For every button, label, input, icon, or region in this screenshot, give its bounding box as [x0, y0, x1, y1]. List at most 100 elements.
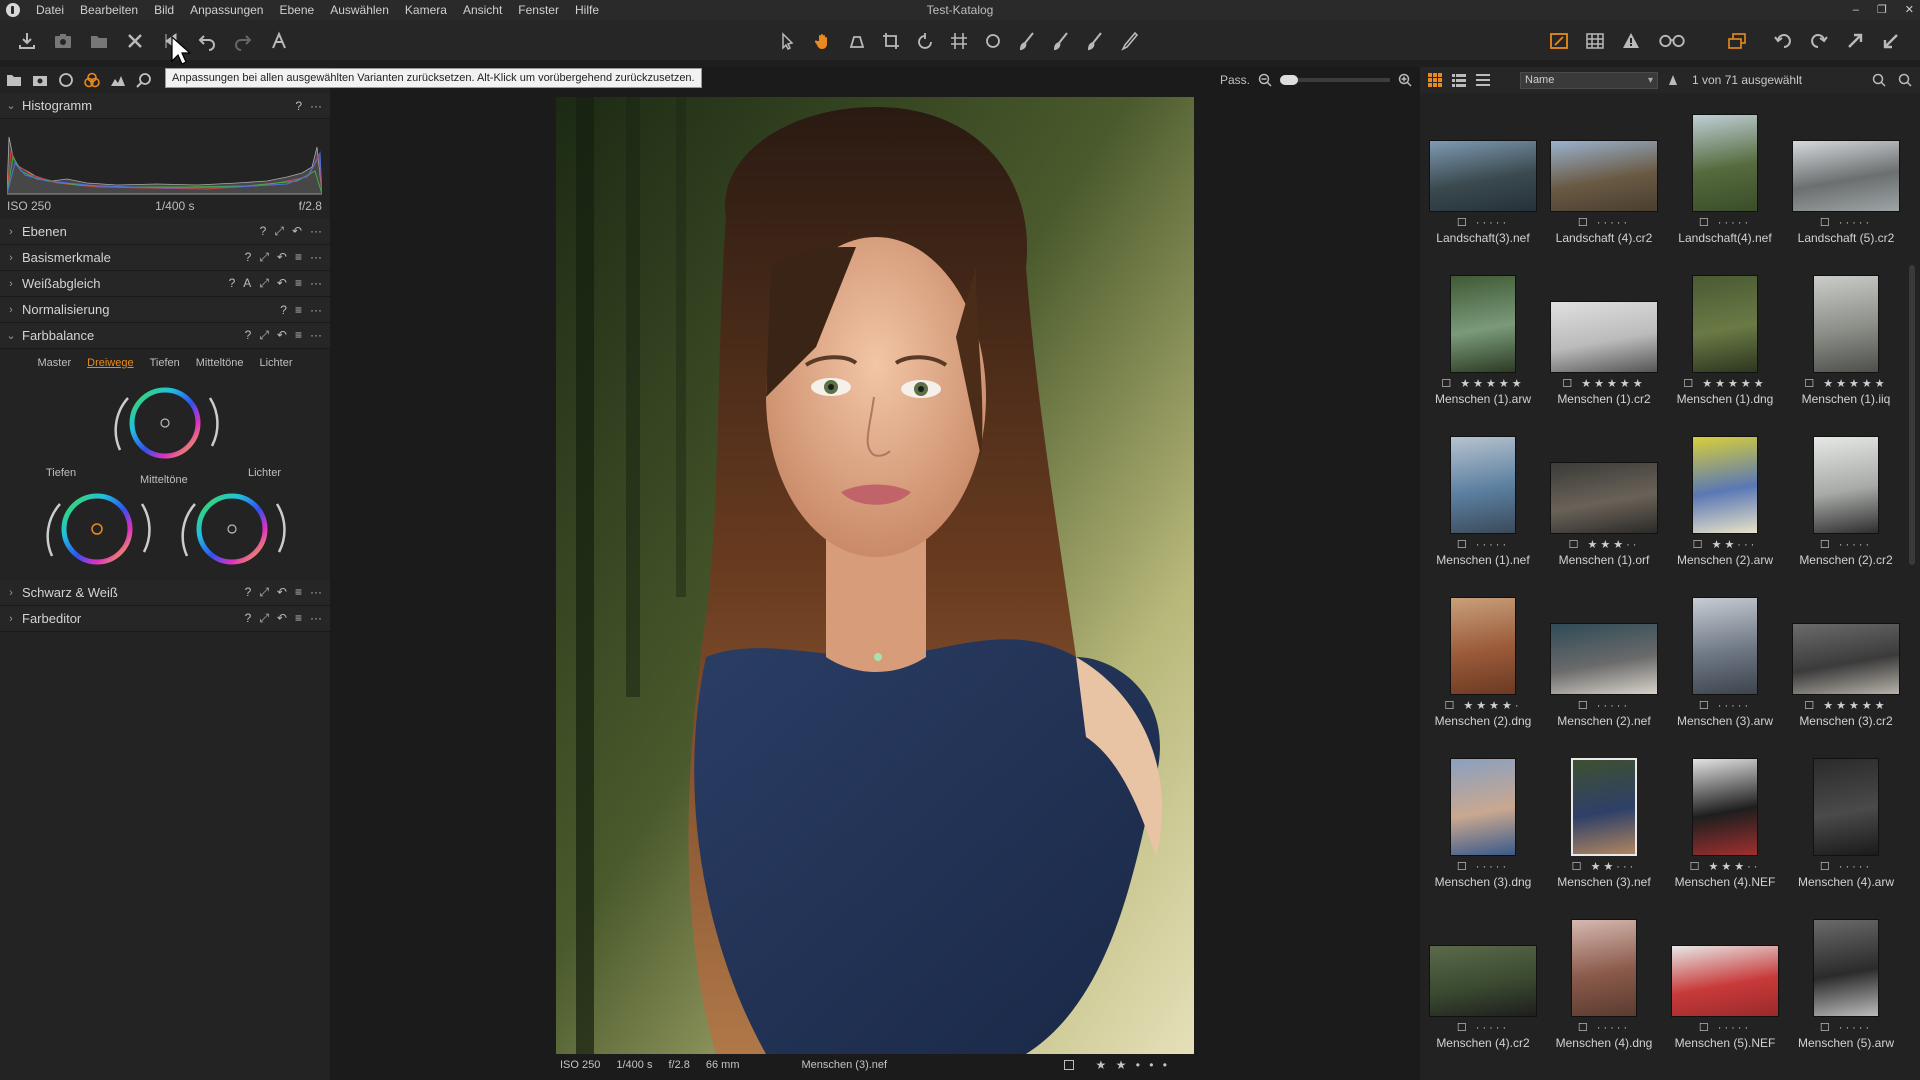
reset-icon[interactable]: ↶	[277, 611, 287, 626]
lens-tab-icon[interactable]	[58, 72, 74, 88]
help-icon[interactable]: ?	[295, 99, 302, 113]
library-tab-icon[interactable]	[6, 72, 22, 88]
menu-datei[interactable]: Datei	[28, 0, 72, 20]
thumbnail-rating[interactable]: ☐ ·····	[1544, 699, 1664, 712]
thumbnail-item[interactable]: ☐ ····· Landschaft(4).nef	[1665, 112, 1785, 272]
menu-fenster[interactable]: Fenster	[510, 0, 567, 20]
zoom-slider[interactable]	[1280, 75, 1391, 85]
help-icon[interactable]: ?	[260, 224, 267, 239]
thumbnail-item[interactable]: ☐ ★★★★★ Menschen (1).dng	[1665, 273, 1785, 433]
tool-normalisierung[interactable]: › Normalisierung ? ≡ ···	[0, 297, 330, 323]
thumbnail-image[interactable]	[1671, 945, 1779, 1017]
help-icon[interactable]: ?	[245, 585, 252, 600]
help-icon[interactable]: ?	[229, 276, 236, 291]
thumbnail-rating[interactable]: ☐ ·····	[1665, 1021, 1785, 1034]
apply-adjustments-icon[interactable]	[1880, 30, 1902, 52]
thumbnail-image[interactable]	[1813, 919, 1879, 1017]
help-icon[interactable]: ?	[245, 250, 252, 265]
copy-icon[interactable]: ⤢	[259, 611, 269, 626]
thumbnail-image[interactable]	[1692, 275, 1758, 373]
menu-anpassungen[interactable]: Anpassungen	[182, 0, 271, 20]
thumbnail-image[interactable]	[1550, 301, 1658, 373]
zoom-in-icon[interactable]	[1398, 73, 1412, 87]
thumbnail-item[interactable]: ☐ ····· Landschaft(3).nef	[1423, 112, 1543, 272]
thumbnail-item[interactable]: ☐ ★★★★★ Menschen (1).arw	[1423, 273, 1543, 433]
tool-schwarz-weiss[interactable]: › Schwarz & Weiß ? ⤢ ↶ ≡ ···	[0, 580, 330, 606]
menu-ansicht[interactable]: Ansicht	[455, 0, 510, 20]
thumbnail-rating[interactable]: ☐ ·····	[1786, 538, 1906, 551]
menu-kamera[interactable]: Kamera	[397, 0, 455, 20]
text-annotation-icon[interactable]	[268, 30, 290, 52]
thumbnail-rating[interactable]: ☐ ★★★★★	[1786, 377, 1906, 390]
auto-icon[interactable]: A	[243, 276, 251, 291]
spot-removal-icon[interactable]	[982, 30, 1004, 52]
menu-auswaehlen[interactable]: Auswählen	[322, 0, 397, 20]
help-icon[interactable]: ?	[245, 611, 252, 626]
thumbnail-item[interactable]: ☐ ····· Menschen (3).arw	[1665, 595, 1785, 755]
details-tab-icon[interactable]	[136, 72, 152, 88]
main-photo[interactable]	[556, 97, 1194, 1054]
tab-master[interactable]: Master	[38, 357, 72, 369]
thumbnail-rating[interactable]: ☐ ★★★★★	[1544, 377, 1664, 390]
app-logo-icon[interactable]	[6, 3, 20, 17]
thumbnail-image[interactable]	[1813, 436, 1879, 534]
thumbnail-image[interactable]	[1813, 758, 1879, 856]
chevron-down-icon[interactable]: ⌄	[0, 329, 22, 342]
capture-tab-icon[interactable]	[32, 72, 48, 88]
chevron-right-icon[interactable]: ›	[0, 278, 22, 290]
thumbnail-item[interactable]: ☐ ····· Menschen (4).cr2	[1423, 917, 1543, 1077]
gradient-mask-icon[interactable]	[1050, 30, 1072, 52]
zoom-slider-handle[interactable]	[1280, 75, 1299, 85]
thumbnail-item[interactable]: ☐ ····· Landschaft (4).cr2	[1544, 112, 1664, 272]
thumbnail-item[interactable]: ☐ ····· Menschen (5).arw	[1786, 917, 1906, 1077]
thumbnail-item[interactable]: ☐ ★★★★· Menschen (2).dng	[1423, 595, 1543, 755]
thumbnail-rating[interactable]: ☐ ·····	[1786, 216, 1906, 229]
chevron-down-icon[interactable]: ⌄	[0, 99, 22, 112]
more-icon[interactable]: ···	[310, 585, 322, 600]
menu-ebene[interactable]: Ebene	[271, 0, 322, 20]
color-tag-checkbox[interactable]	[1063, 1060, 1074, 1070]
thumbnail-item[interactable]: ☐ ····· Menschen (5).NEF	[1665, 917, 1785, 1077]
chevron-right-icon[interactable]: ›	[0, 226, 22, 238]
rotate-right-icon[interactable]	[1808, 30, 1830, 52]
more-icon[interactable]: ···	[310, 250, 322, 265]
crop-icon[interactable]	[880, 30, 902, 52]
chevron-right-icon[interactable]: ›	[0, 587, 22, 599]
more-icon[interactable]: ···	[310, 611, 322, 626]
presets-icon[interactable]: ≡	[295, 303, 302, 317]
presets-icon[interactable]: ≡	[295, 611, 302, 626]
thumbnail-item[interactable]: ☐ ★★··· Menschen (3).nef	[1544, 756, 1664, 916]
more-icon[interactable]: ···	[310, 99, 322, 113]
thumbnail-image[interactable]	[1792, 140, 1900, 212]
thumbnail-rating[interactable]: ☐ ★★···	[1665, 538, 1785, 551]
filmstrip-view-icon[interactable]	[1476, 73, 1490, 87]
select-cursor-icon[interactable]	[778, 30, 800, 52]
search-icon[interactable]	[1898, 73, 1912, 87]
rotate-left-icon[interactable]	[1772, 30, 1794, 52]
thumbnail-image[interactable]	[1692, 436, 1758, 534]
viewer-rating[interactable]: ★ ★ • • •	[1060, 1058, 1182, 1072]
thumbnail-image[interactable]	[1692, 597, 1758, 695]
exposure-tab-icon[interactable]	[110, 72, 126, 88]
tab-dreiwege[interactable]: Dreiwege	[87, 357, 133, 369]
tool-farbbalance[interactable]: ⌄ Farbbalance ? ⤢ ↶ ≡ ···	[0, 323, 330, 349]
copy-icon[interactable]: ⤢	[259, 585, 269, 600]
annotate-pen-icon[interactable]	[1118, 30, 1140, 52]
thumbnail-rating[interactable]: ☐ ·····	[1423, 538, 1543, 551]
camera-capture-icon[interactable]	[52, 30, 74, 52]
thumbnail-image[interactable]	[1450, 597, 1516, 695]
thumbnail-item[interactable]: ☐ ★★★★★ Menschen (1).cr2	[1544, 273, 1664, 433]
reset-icon[interactable]: ↶	[277, 585, 287, 600]
thumbnail-image[interactable]	[1692, 758, 1758, 856]
thumbnail-rating[interactable]: ☐ ★★★··	[1544, 538, 1664, 551]
thumbnail-rating[interactable]: ☐ ·····	[1786, 1021, 1906, 1034]
thumbnail-rating[interactable]: ☐ ·····	[1544, 216, 1664, 229]
thumbnail-rating[interactable]: ☐ ★★★··	[1665, 860, 1785, 873]
thumbnail-image[interactable]	[1450, 436, 1516, 534]
sort-direction-icon[interactable]	[1668, 74, 1678, 86]
thumbnail-item[interactable]: ☐ ····· Menschen (4).arw	[1786, 756, 1906, 916]
thumbnail-image[interactable]	[1571, 758, 1637, 856]
help-icon[interactable]: ?	[245, 328, 252, 343]
fit-zoom-label[interactable]: Pass.	[1220, 73, 1250, 87]
thumbnail-item[interactable]: ☐ ····· Menschen (1).nef	[1423, 434, 1543, 594]
